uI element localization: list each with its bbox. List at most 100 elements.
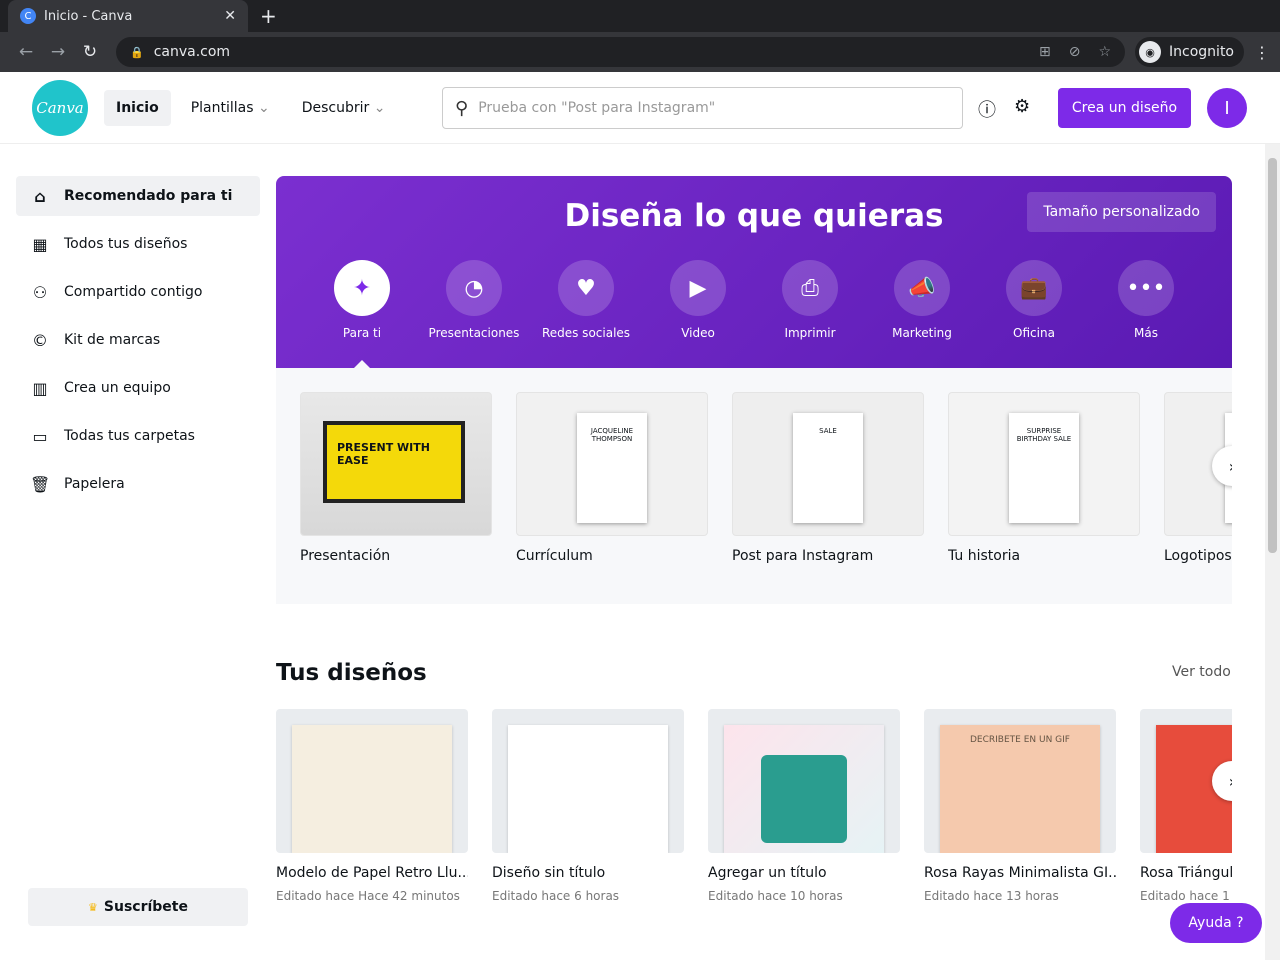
canva-logo[interactable]: Canva xyxy=(32,79,88,136)
people-icon: ⚇ xyxy=(32,282,48,302)
favicon-icon: C xyxy=(20,8,36,24)
design-title: Rosa Rayas Minimalista GI... xyxy=(924,865,1116,881)
help-icon[interactable]: ⓘ xyxy=(978,96,996,122)
design-edited: Editado hace 10 horas xyxy=(708,889,843,903)
sidebar-item[interactable]: ▭ Todas tus carpetas xyxy=(16,416,260,456)
nav-descubrir[interactable]: Descubrir ⌄ xyxy=(290,90,398,126)
template-label: Post para Instagram xyxy=(732,548,874,564)
scrollbar[interactable] xyxy=(1265,144,1280,960)
category-6[interactable]: 💼 Oficina xyxy=(978,260,1090,340)
design-thumbnail xyxy=(492,709,684,853)
tracking-icon[interactable]: ⊘ xyxy=(1069,44,1081,60)
translate-icon[interactable]: ⊞ xyxy=(1039,44,1051,60)
menu-icon[interactable]: ⋮ xyxy=(1254,43,1270,62)
star-icon[interactable]: ☆ xyxy=(1098,44,1111,60)
brand-icon: © xyxy=(32,330,48,350)
sidebar-item[interactable]: ⚇ Compartido contigo xyxy=(16,272,260,312)
new-tab-button[interactable]: + xyxy=(260,4,277,28)
active-caret xyxy=(354,352,370,368)
design-thumbnail xyxy=(276,709,468,853)
design-edited: Editado hace 1 d xyxy=(1140,889,1232,903)
url-text: canva.com xyxy=(153,44,231,60)
design-edited: Editado hace Hace 42 minutos xyxy=(276,889,460,903)
category-2[interactable]: ♥ Redes sociales xyxy=(530,260,642,340)
sidebar-item[interactable]: ⌂ Recomendado para ti xyxy=(16,176,260,216)
presentation-icon: ◔ xyxy=(446,260,502,316)
category-3[interactable]: ▶ Video xyxy=(642,260,754,340)
home-icon: ⌂ xyxy=(34,186,46,206)
incognito-label: Incognito xyxy=(1169,44,1234,60)
template-thumbnail: SURPRISE BIRTHDAY SALE xyxy=(948,392,1140,536)
more-icon: ••• xyxy=(1118,260,1174,316)
lock-icon: 🔒 xyxy=(130,45,144,59)
category-1[interactable]: ◔ Presentaciones xyxy=(418,260,530,340)
design-edited: Editado hace 13 horas xyxy=(924,889,1059,903)
address-bar[interactable]: 🔒 canva.com ⊞ ⊘ ☆ xyxy=(116,37,1126,67)
design-title: Agregar un título xyxy=(708,865,827,881)
search-icon: ⚲ xyxy=(455,97,469,119)
see-all-link[interactable]: Ver todo xyxy=(1172,664,1231,680)
megaphone-icon: 📣 xyxy=(894,260,950,316)
template-card[interactable]: SURPRISE BIRTHDAY SALE Tu historia xyxy=(948,392,1140,564)
design-card[interactable]: DECRIBETE EN UN GIF Rosa Rayas Minimalist… xyxy=(924,709,1116,903)
avatar[interactable]: I xyxy=(1207,88,1247,128)
design-title: Modelo de Papel Retro Llu... xyxy=(276,865,468,881)
print-icon: ⎙ xyxy=(782,260,838,316)
category-4[interactable]: ⎙ Imprimir xyxy=(754,260,866,340)
template-label: Currículum xyxy=(516,548,593,564)
template-label: Logotipos xyxy=(1164,548,1232,564)
category-7[interactable]: ••• Más xyxy=(1090,260,1202,340)
subscribe-button[interactable]: ♛ Suscríbete xyxy=(28,888,248,926)
designs-carousel: Modelo de Papel Retro Llu... Editado hace… xyxy=(276,709,1232,929)
browser-tabstrip: C Inicio - Canva ✕ + xyxy=(0,0,1280,32)
tab-title: Inicio - Canva xyxy=(44,8,133,24)
template-card[interactable]: PRESENT WITH EASE Presentación xyxy=(300,392,492,564)
trash-icon: 🗑 xyxy=(30,474,51,494)
crown-icon: ♛ xyxy=(88,900,98,914)
sparkle-icon: ✦ xyxy=(334,260,390,316)
sidebar-item[interactable]: ▥ Crea un equipo xyxy=(16,368,260,408)
design-title: Diseño sin título xyxy=(492,865,606,881)
video-icon: ▶ xyxy=(670,260,726,316)
design-banner: Diseña lo que quieras Tamaño personaliza… xyxy=(276,176,1232,368)
design-edited: Editado hace 6 horas xyxy=(492,889,620,903)
incognito-icon: ◉ xyxy=(1139,41,1162,63)
gear-icon[interactable]: ⚙ xyxy=(1014,96,1030,122)
create-design-button[interactable]: Crea un diseño xyxy=(1058,88,1191,128)
chevron-down-icon: ⌄ xyxy=(257,99,270,116)
template-label: Presentación xyxy=(300,548,391,564)
nav-inicio[interactable]: Inicio xyxy=(104,89,171,126)
reload-icon[interactable]: ↻ xyxy=(74,42,106,62)
close-tab-icon[interactable]: ✕ xyxy=(224,8,236,24)
grid-icon: ▦ xyxy=(32,234,48,254)
template-card[interactable]: SALE Post para Instagram xyxy=(732,392,924,564)
browser-tab[interactable]: C Inicio - Canva ✕ xyxy=(8,0,248,32)
folder-icon: ▭ xyxy=(32,426,48,446)
design-thumbnail: DECRIBETE EN UN GIF xyxy=(924,709,1116,853)
design-thumbnail xyxy=(708,709,900,853)
design-title: Rosa Triángul xyxy=(1140,865,1232,881)
nav-plantillas[interactable]: Plantillas ⌄ xyxy=(179,90,282,126)
design-card[interactable]: Agregar un título Editado hace 10 horas xyxy=(708,709,900,903)
category-0[interactable]: ✦ Para ti xyxy=(306,260,418,340)
section-title: Tus diseños xyxy=(276,660,427,686)
design-card[interactable]: Modelo de Papel Retro Llu... Editado hace… xyxy=(276,709,468,903)
category-5[interactable]: 📣 Marketing xyxy=(866,260,978,340)
social-icon: ♥ xyxy=(558,260,614,316)
custom-size-button[interactable]: Tamaño personalizado xyxy=(1027,192,1216,232)
incognito-badge[interactable]: ◉ Incognito xyxy=(1135,37,1244,67)
sidebar-item[interactable]: ▦ Todos tus diseños xyxy=(16,224,260,264)
back-icon[interactable]: ← xyxy=(10,42,42,62)
help-button[interactable]: Ayuda ? xyxy=(1170,903,1262,943)
design-card[interactable]: Rosa Triángul Editado hace 1 d xyxy=(1140,709,1232,903)
search-input[interactable]: ⚲ Prueba con "Post para Instagram" xyxy=(442,87,963,129)
design-card[interactable]: Diseño sin título Editado hace 6 horas xyxy=(492,709,684,903)
template-carousel: PRESENT WITH EASE Presentación JACQUELINE … xyxy=(276,368,1232,604)
sidebar-item[interactable]: © Kit de marcas xyxy=(16,320,260,360)
template-thumbnail: JACQUELINE THOMPSON xyxy=(516,392,708,536)
search-placeholder: Prueba con "Post para Instagram" xyxy=(478,100,716,116)
template-card[interactable]: JACQUELINE THOMPSON Currículum xyxy=(516,392,708,564)
chevron-down-icon: ⌄ xyxy=(373,99,386,116)
forward-icon[interactable]: → xyxy=(42,42,74,62)
sidebar-item[interactable]: 🗑 Papelera xyxy=(16,464,260,504)
